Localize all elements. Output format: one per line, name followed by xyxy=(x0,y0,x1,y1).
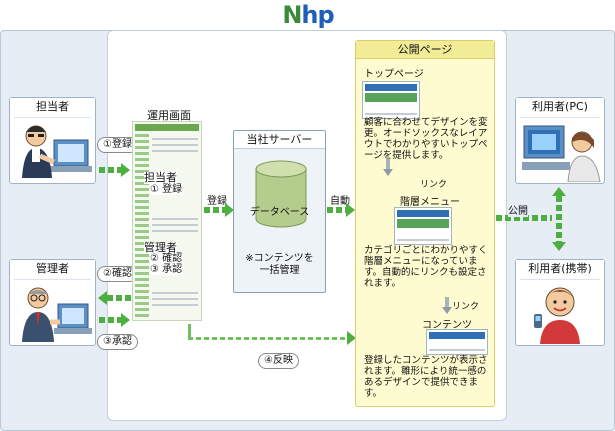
actor-tanto-title: 担当者 xyxy=(10,98,95,115)
kanri-illustration xyxy=(14,279,92,342)
toroku-arrow-shaft xyxy=(99,167,121,173)
server-note-2: 一括管理 xyxy=(259,265,300,276)
link-2-arrowhead-icon xyxy=(442,307,452,314)
unyo-tanto-label: 担当者 xyxy=(144,171,177,184)
kokai-vertical-shaft xyxy=(556,196,562,242)
unyo-kanri-step2: ③ 承認 xyxy=(150,264,183,275)
menu-thumbnail xyxy=(394,207,452,245)
top-page-title: トップページ xyxy=(364,69,424,80)
actor-user-pc-title: 利用者(PC) xyxy=(516,98,604,115)
link-2-label: リンク xyxy=(452,302,480,312)
step-shonin-pill: ③承認 xyxy=(97,334,138,350)
database-icon xyxy=(255,160,307,228)
shonin-arrow-shaft xyxy=(99,317,121,323)
db-label: データベース xyxy=(249,207,310,218)
contents-desc: 登録したコンテンツが表示されます。雛形により統一感のあるデザインで提供できます。 xyxy=(364,355,488,399)
kakunin-arrowhead-icon xyxy=(98,291,107,305)
user-mobile-person-icon xyxy=(534,287,580,344)
tanto-illustration xyxy=(14,117,92,179)
flow-toroku-label: 登録 xyxy=(207,196,227,207)
kakunin-arrow-shaft xyxy=(107,295,131,301)
top-page-desc: 顧客に合わせてデザインを変更。オードソックスなレイアウトでわかりやすいトップペー… xyxy=(364,117,488,161)
public-title: 公開ページ xyxy=(356,41,494,59)
public-pages-box: 公開ページ トップページ 顧客に合わせてデザインを変更。オードソックスなレイアウ… xyxy=(355,40,495,407)
menu-desc: カテゴリごとにわかりやすく階層メニューになっています。自動的にリンクも設定されま… xyxy=(364,245,488,289)
flow-jido-arrowhead-icon xyxy=(346,203,355,217)
top-page-thumbnail xyxy=(362,81,420,119)
unyo-kanri-step1: ② 確認 xyxy=(150,253,183,264)
logo-hp: hp xyxy=(301,1,334,29)
actor-tanto: 担当者 xyxy=(9,97,96,184)
kokai-up-arrowhead-icon xyxy=(552,187,566,196)
link-1-arrowhead-icon xyxy=(383,169,393,176)
kanri-person-icon xyxy=(22,287,92,342)
nhp-logo: Nhp xyxy=(263,2,353,28)
hanei-arrow-shaft xyxy=(188,337,348,340)
actor-kanri-title: 管理者 xyxy=(10,260,95,277)
actor-kanri: 管理者 xyxy=(9,259,96,346)
user-pc-illustration xyxy=(520,117,601,183)
flow-toroku-shaft xyxy=(204,207,225,213)
actor-user-mobile: 利用者(携帯) xyxy=(515,259,605,346)
toroku-arrowhead-icon xyxy=(121,163,130,177)
user-pc-person-icon xyxy=(522,125,601,183)
server-title: 当社サーバー xyxy=(234,131,325,149)
kokai-label: 公開 xyxy=(508,202,528,217)
link-2-shaft xyxy=(445,297,449,307)
link-1-label: リンク xyxy=(420,180,448,190)
unyo-tanto-step: ① 登録 xyxy=(150,184,183,195)
kokai-down-arrowhead-icon xyxy=(552,242,566,251)
shonin-arrowhead-icon xyxy=(121,313,130,327)
menu-title: 階層メニュー xyxy=(400,197,460,208)
tanto-person-icon xyxy=(22,125,92,178)
actor-user-mobile-title: 利用者(携帯) xyxy=(516,260,604,277)
logo-n: N xyxy=(282,1,302,29)
hanei-arrow-tail xyxy=(188,324,191,338)
contents-thumbnail xyxy=(426,329,488,355)
unyo-screen xyxy=(132,121,202,321)
user-mobile-illustration xyxy=(520,279,600,344)
flow-jido-shaft xyxy=(327,207,347,213)
step-hanei-pill: ④反映 xyxy=(258,353,299,369)
link-1-shaft xyxy=(386,159,390,169)
server-box: 当社サーバー データベース ※コンテンツを 一括管理 xyxy=(233,130,326,293)
actor-user-pc: 利用者(PC) xyxy=(515,97,605,184)
